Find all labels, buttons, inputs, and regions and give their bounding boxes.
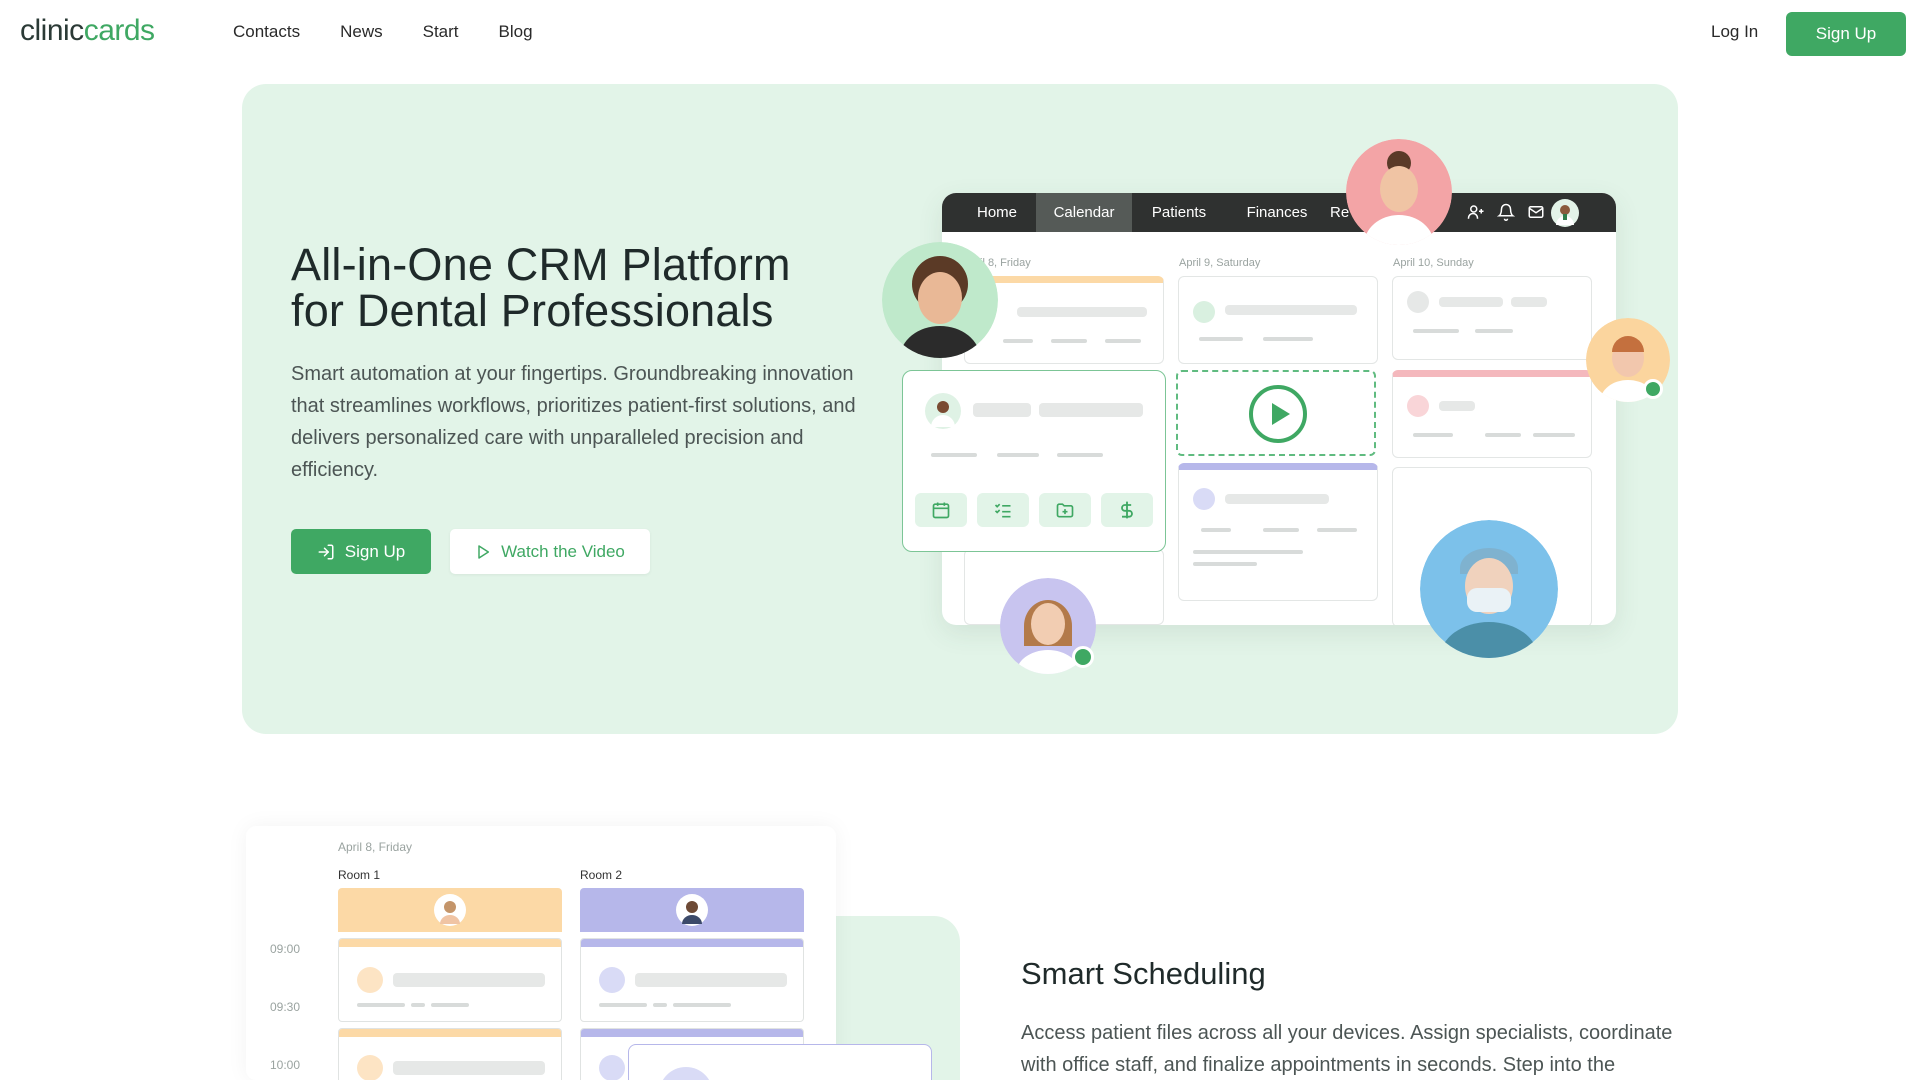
appointment-card[interactable] (1178, 463, 1378, 601)
calendar-icon (932, 502, 950, 519)
feature-title: Smart Scheduling (1021, 956, 1266, 991)
patient-avatar (659, 1067, 713, 1080)
appointment-card[interactable] (1392, 370, 1592, 458)
patient-avatar (1193, 488, 1215, 510)
mockup-tab-home[interactable]: Home (962, 193, 1032, 232)
login-link[interactable]: Log In (1711, 22, 1758, 42)
folder-add-icon (1056, 503, 1074, 518)
hero-title: All-in-One CRM Platform for Dental Profe… (291, 242, 931, 334)
brand-logo[interactable]: cliniccards (20, 14, 155, 48)
checklist-action-button[interactable] (977, 493, 1029, 527)
feature-description: Access patient files across all your dev… (1021, 1022, 1673, 1076)
scheduling-preview: April 8, Friday Room 1 Room 2 09:00 09:3… (246, 826, 836, 1080)
lock-icon (1407, 291, 1429, 313)
patient-avatar (599, 1055, 625, 1080)
appointment-popup-card[interactable] (628, 1044, 932, 1080)
time-label: 09:00 (270, 942, 301, 956)
surgeon-avatar (1420, 520, 1558, 658)
mockup-tab-finances[interactable]: Finances (1232, 193, 1322, 232)
watch-video-button[interactable]: Watch the Video (450, 529, 650, 574)
woman-avatar-curly-hair (882, 242, 998, 358)
mockup-tab-patients[interactable]: Patients (1134, 193, 1224, 232)
online-status-indicator (1643, 379, 1663, 399)
dollar-icon (1121, 501, 1133, 519)
nav-link-news[interactable]: News (340, 22, 383, 42)
mockup-nav-bar: Home Calendar Patients Finances Re (942, 193, 1616, 232)
appointment-slot[interactable] (338, 938, 562, 1022)
room-2-doctor-avatar (676, 894, 708, 926)
video-placeholder-card[interactable] (1176, 370, 1376, 456)
woman-avatar-bun (1346, 139, 1452, 245)
online-status-indicator (1072, 646, 1094, 668)
patient-avatar (357, 967, 383, 993)
play-icon (478, 544, 490, 559)
patient-detail-card[interactable] (902, 370, 1166, 552)
room-1-doctor-avatar (434, 894, 466, 926)
patient-avatar (925, 393, 961, 429)
patient-avatar (1193, 301, 1215, 323)
time-label: 10:00 (270, 1058, 301, 1072)
day-label-sunday: April 10, Sunday (1393, 257, 1474, 269)
time-label: 09:30 (270, 1000, 301, 1014)
appointment-card[interactable] (1392, 276, 1592, 360)
hero-title-line1: All-in-One CRM Platform (291, 239, 791, 290)
patient-avatar (599, 967, 625, 993)
mockup-tab-calendar[interactable]: Calendar (1036, 193, 1132, 232)
header-signup-button[interactable]: Sign Up (1786, 12, 1906, 56)
checklist-icon (994, 503, 1011, 518)
bell-icon[interactable] (1497, 203, 1515, 221)
nav-link-start[interactable]: Start (423, 22, 459, 42)
mail-icon[interactable] (1527, 203, 1545, 221)
room-1-header (338, 888, 562, 932)
room-label-2: Room 2 (580, 868, 623, 882)
schedule-date: April 8, Friday (338, 840, 413, 854)
billing-action-button[interactable] (1101, 493, 1153, 527)
nav-link-contacts[interactable]: Contacts (233, 22, 300, 42)
watch-video-label: Watch the Video (501, 541, 625, 561)
users-icon[interactable] (1467, 203, 1485, 221)
hero-description: Smart automation at your fingertips. Gro… (291, 363, 856, 481)
site-header: cliniccards Contacts News Start Blog Log… (0, 0, 1920, 68)
folder-action-button[interactable] (1039, 493, 1091, 527)
room-label-1: Room 1 (338, 868, 381, 882)
play-circle-icon[interactable] (1248, 384, 1308, 444)
appointment-slot[interactable] (580, 938, 804, 1022)
hero-signup-button[interactable]: Sign Up (291, 529, 431, 574)
main-nav: Contacts News Start Blog (233, 22, 533, 42)
patient-avatar (357, 1055, 383, 1080)
hero-section: All-in-One CRM Platform for Dental Profe… (242, 84, 1678, 734)
calendar-action-button[interactable] (915, 493, 967, 527)
day-label-saturday: April 9, Saturday (1179, 257, 1261, 269)
patient-avatar (1407, 395, 1429, 417)
brand-logo-part1: clinic (20, 14, 84, 47)
hero-title-line2: for Dental Professionals (291, 285, 774, 336)
nav-link-blog[interactable]: Blog (499, 22, 533, 42)
brand-logo-part2: cards (83, 14, 155, 47)
hero-signup-label: Sign Up (344, 541, 406, 561)
appointment-card[interactable] (1178, 276, 1378, 364)
mockup-user-avatar[interactable] (1551, 199, 1579, 227)
room-2-header (580, 888, 804, 932)
appointment-slot[interactable] (338, 1028, 562, 1080)
login-icon (318, 544, 334, 559)
